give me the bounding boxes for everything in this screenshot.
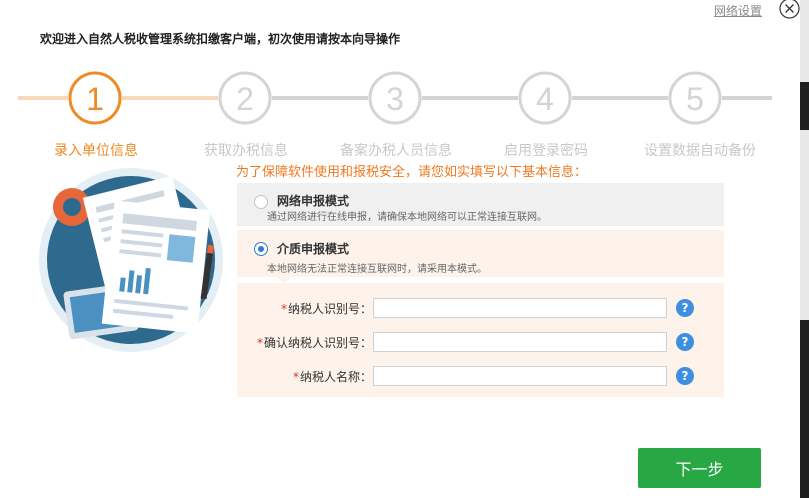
step-2-circle: 2 <box>218 71 272 125</box>
media-mode-desc: 本地网络无法正常连接互联网时，请采用本模式。 <box>267 264 487 275</box>
media-mode-option[interactable]: 介质申报模式 本地网络无法正常连接互联网时，请采用本模式。 <box>237 230 724 284</box>
confirm-taxpayer-id-label: *确认纳税人识别号： <box>256 336 372 350</box>
online-mode-radio[interactable] <box>254 195 268 209</box>
documents-illustration <box>39 168 223 352</box>
media-mode-title: 介质申报模式 <box>277 242 350 256</box>
close-icon[interactable] <box>779 0 800 19</box>
step-3-label: 备案办税人员信息 <box>340 143 452 159</box>
window-edge <box>800 0 809 498</box>
svg-text:4: 4 <box>536 81 554 117</box>
help-icon[interactable]: ? <box>676 333 694 351</box>
form-row-confirm-taxpayer-id: *确认纳税人识别号： ? <box>237 332 724 352</box>
help-icon[interactable]: ? <box>676 299 694 317</box>
media-mode-radio[interactable] <box>254 242 268 256</box>
help-icon[interactable]: ? <box>676 367 694 385</box>
online-mode-desc: 通过网络进行在线申报，请确保本地网络可以正常连接互联网。 <box>267 212 547 223</box>
taxpayer-name-input[interactable] <box>373 366 667 386</box>
form-row-taxpayer-name: *纳税人名称： ? <box>237 366 724 386</box>
step-1-label: 录入单位信息 <box>54 143 138 159</box>
confirm-taxpayer-id-input[interactable] <box>373 332 667 352</box>
online-mode-option[interactable]: 网络申报模式 通过网络进行在线申报，请确保本地网络可以正常连接互联网。 <box>237 183 724 226</box>
svg-text:5: 5 <box>686 81 704 117</box>
step-4-label: 启用登录密码 <box>504 143 588 159</box>
svg-text:1: 1 <box>86 81 104 117</box>
taxpayer-form: *纳税人识别号： ? *确认纳税人识别号： ? *纳税人名称： ? <box>237 283 724 397</box>
form-row-taxpayer-id: *纳税人识别号： ? <box>237 298 724 318</box>
safety-hint: 为了保障软件使用和报税安全，请您如实填写以下基本信息： <box>236 165 588 180</box>
step-1-circle: 1 <box>68 71 122 125</box>
welcome-message: 欢迎进入自然人税收管理系统扣缴客户端，初次使用请按本向导操作 <box>40 32 401 46</box>
step-5-label: 设置数据自动备份 <box>644 143 756 159</box>
step-5-circle: 5 <box>668 71 722 125</box>
online-mode-title: 网络申报模式 <box>277 194 350 208</box>
wizard-progress: 1 2 3 4 5 <box>18 71 772 125</box>
network-settings-link[interactable]: 网络设置 <box>714 2 762 19</box>
step-3-circle: 3 <box>368 71 422 125</box>
next-step-button[interactable]: 下一步 <box>638 448 761 488</box>
svg-text:2: 2 <box>236 81 254 117</box>
taxpayer-id-input[interactable] <box>373 298 667 318</box>
svg-text:3: 3 <box>386 81 404 117</box>
step-2-label: 获取办税信息 <box>204 143 288 159</box>
taxpayer-name-label: *纳税人名称： <box>292 370 372 384</box>
taxpayer-id-label: *纳税人识别号： <box>280 302 372 316</box>
step-4-circle: 4 <box>518 71 572 125</box>
